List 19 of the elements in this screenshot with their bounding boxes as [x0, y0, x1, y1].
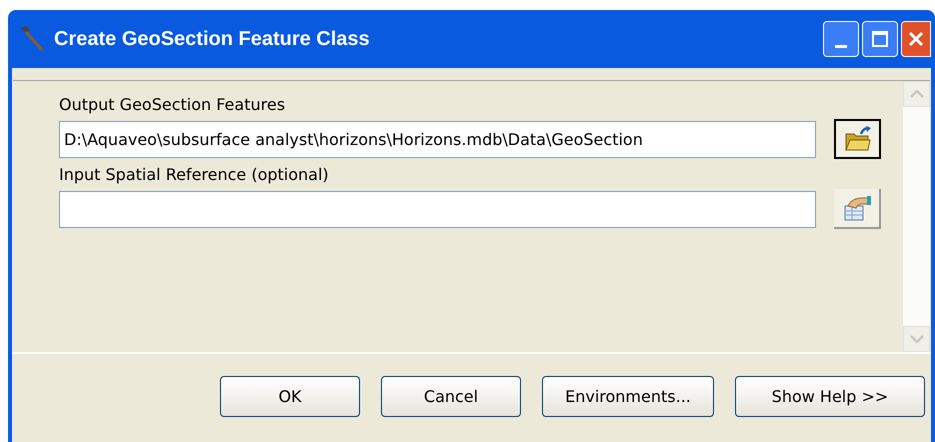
folder-icon	[844, 126, 872, 152]
dialog-button[interactable]: OK	[220, 376, 360, 417]
chevron-down-icon	[910, 335, 924, 343]
chevron-up-icon	[910, 90, 924, 98]
field-label: Output GeoSection Features	[59, 95, 286, 115]
window-title: Create GeoSection Feature Class	[54, 27, 370, 52]
table-hand-icon	[842, 194, 872, 222]
maximize-button[interactable]	[862, 21, 898, 57]
close-button[interactable]	[901, 21, 931, 57]
spatial-reference-button[interactable]	[834, 189, 881, 229]
minimize-button[interactable]	[823, 21, 859, 57]
close-icon	[908, 31, 924, 47]
field-label: Input Spatial Reference (optional)	[59, 165, 330, 185]
browse-button[interactable]	[834, 119, 881, 159]
dialog-button[interactable]: Environments...	[542, 376, 714, 417]
path-field[interactable]: D:\Aquaveo\subsurface analyst\horizons\Horizons.mdb\Data\GeoSection	[59, 120, 816, 158]
dialog-button[interactable]: Show Help >>	[735, 376, 925, 417]
dialog-button[interactable]: Cancel	[381, 376, 521, 417]
path-field[interactable]	[59, 190, 816, 228]
